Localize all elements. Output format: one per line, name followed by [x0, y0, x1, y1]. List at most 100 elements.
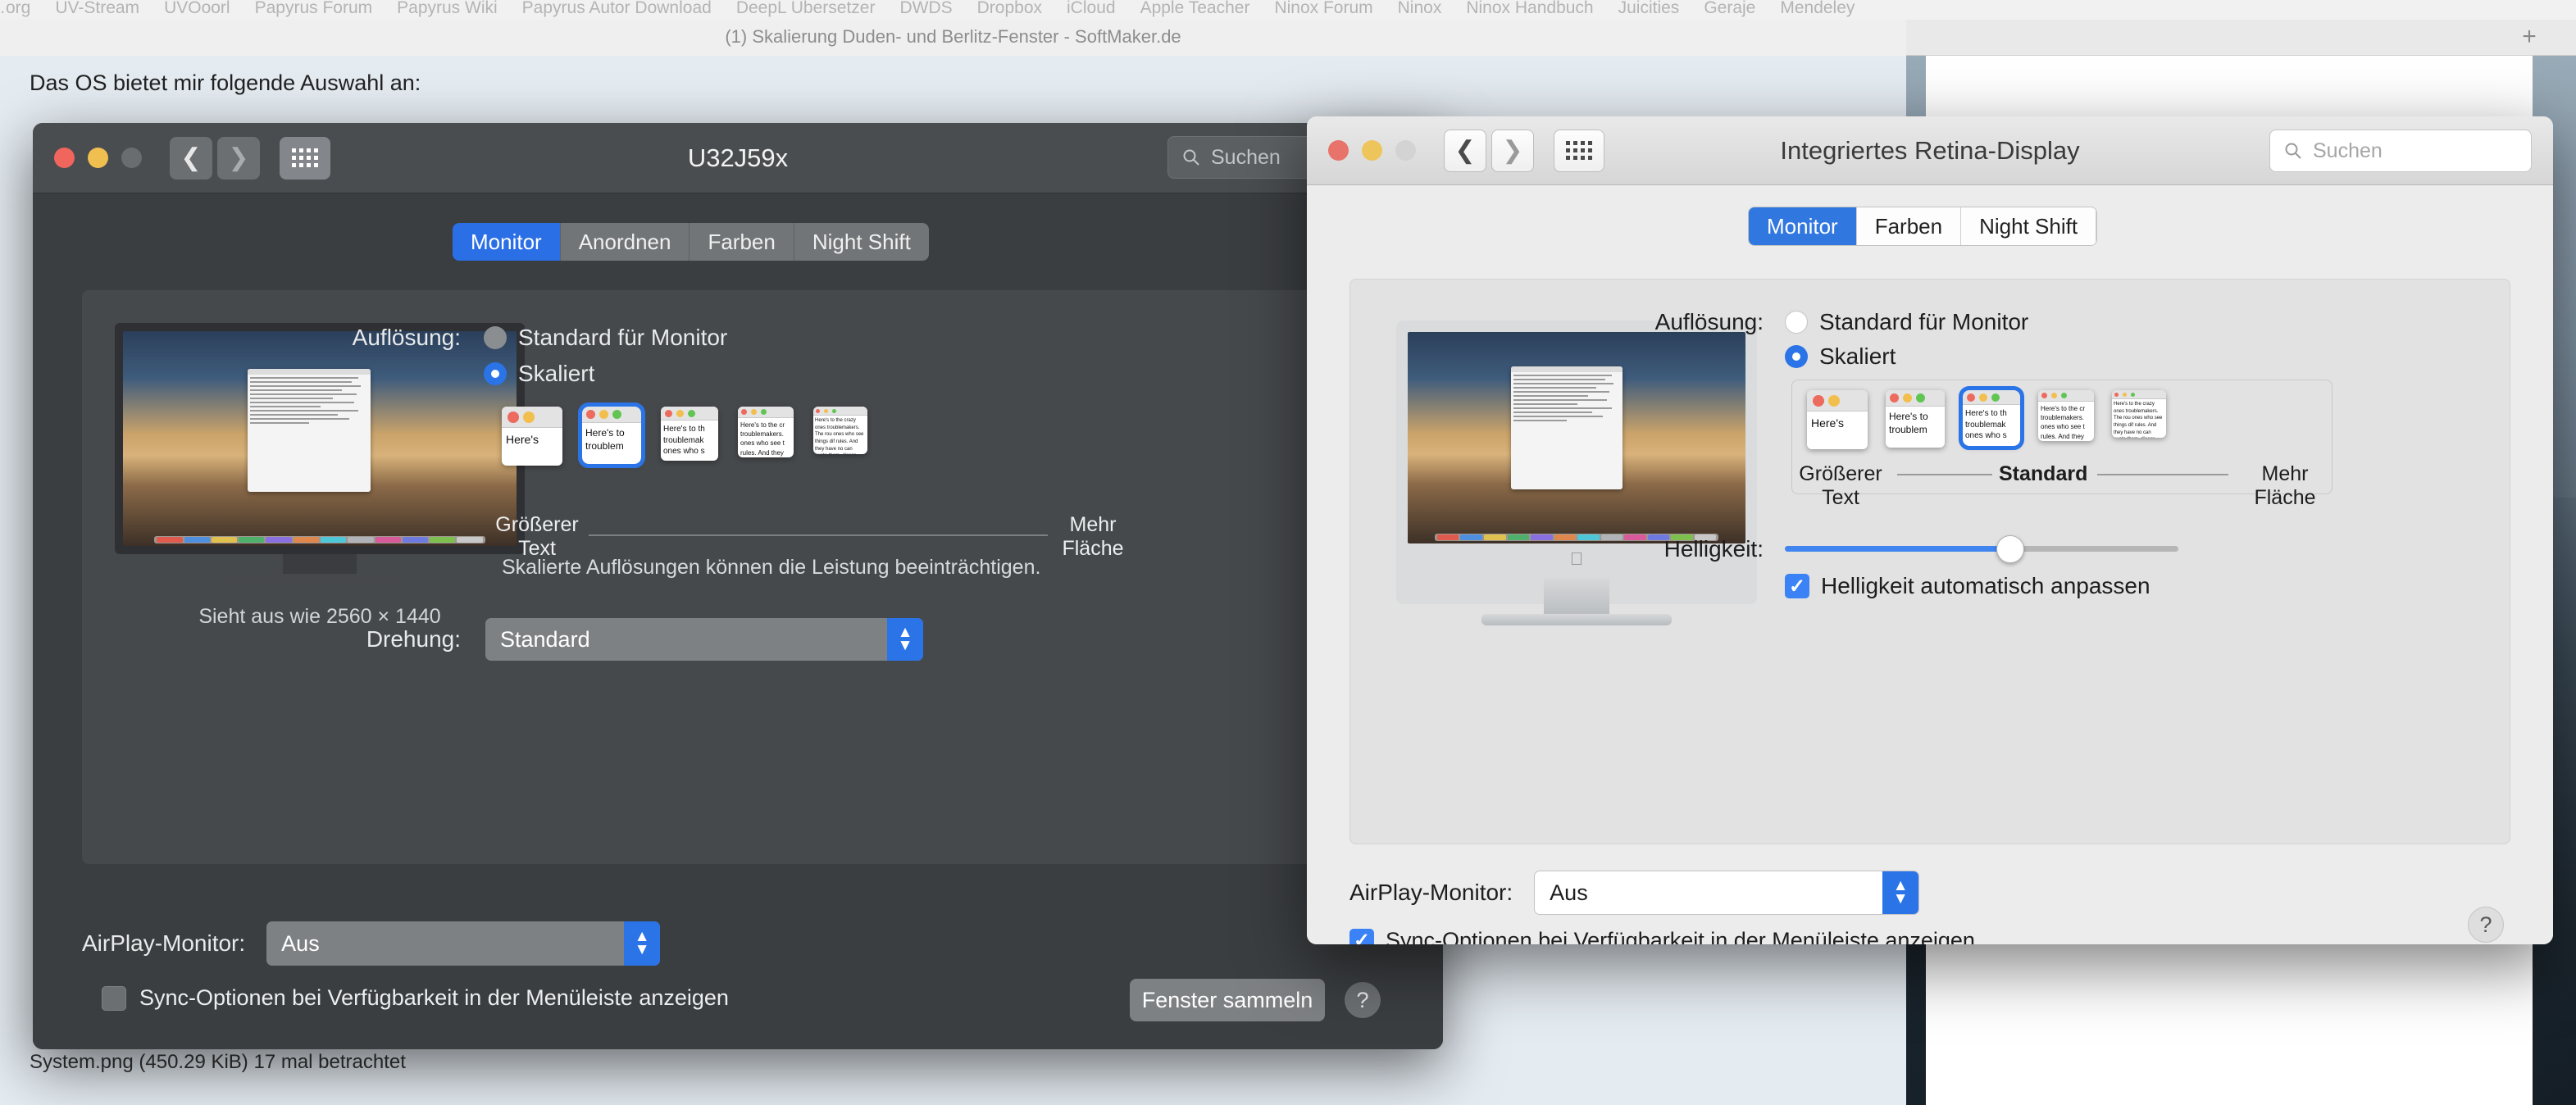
bookmark-item[interactable]: Papyrus Forum — [255, 0, 373, 18]
bookmark-item[interactable]: iCloud — [1067, 0, 1116, 18]
bookmark-item[interactable]: Juicities — [1618, 0, 1680, 18]
imac-stand-neck — [1544, 578, 1609, 617]
traffic-lights-dark[interactable] — [54, 148, 142, 168]
minimize-button-icon[interactable] — [88, 148, 108, 168]
help-button-dark[interactable]: ? — [1345, 982, 1381, 1018]
resolution-thumb-5-light[interactable]: Here's to the crazy ones troublemakers. … — [2112, 390, 2166, 438]
thumb-titlebar — [2112, 390, 2166, 399]
bookmark-item[interactable]: Ninox — [1398, 0, 1442, 18]
browser-tab[interactable]: (1) Skalierung Duden- und Berlitz-Fenste… — [0, 18, 1906, 56]
close-button-icon[interactable] — [1328, 140, 1349, 161]
tab-nightshift-dark[interactable]: Night Shift — [794, 223, 929, 261]
sync-checkbox-row-light[interactable]: ✓ Sync-Optionen bei Verfügbarkeit in der… — [1349, 928, 1975, 944]
forward-button[interactable]: ❯ — [217, 137, 260, 180]
traffic-lights-light[interactable] — [1328, 140, 1416, 161]
bookmark-bar[interactable]: …org UV-Stream UVOoorl Papyrus Forum Papyrus… — [0, 0, 2576, 20]
radio-scaled-light[interactable] — [1785, 345, 1808, 368]
scale-axis-line-dark — [589, 534, 1048, 536]
scaled-resolution-options-light[interactable]: Here's Here's to troublem Here's to th t… — [1791, 380, 2333, 494]
monitor-panel-dark: Sieht aus wie 2560 × 1440 Auflösung: Sta… — [82, 290, 1394, 864]
tab-bar-light[interactable]: Monitor Farben Night Shift — [1748, 207, 2097, 246]
tab-monitor-dark[interactable]: Monitor — [453, 223, 561, 261]
radio-default-light[interactable] — [1785, 311, 1808, 334]
slider-knob[interactable] — [1996, 535, 2024, 563]
search-box-light[interactable]: Suchen — [2269, 130, 2532, 172]
radio-default-label-dark: Standard für Monitor — [518, 325, 727, 351]
show-all-preferences-button[interactable] — [280, 137, 330, 180]
thumb-text-2-light: Here's to troublem — [1886, 407, 1945, 440]
radio-scaled-dark[interactable] — [484, 362, 507, 385]
display-preferences-window-builtin[interactable]: ❮ ❯ Integriertes Retina-Display Suchen M… — [1307, 116, 2553, 944]
bookmark-item[interactable]: Ninox Handbuch — [1466, 0, 1593, 18]
imac-screen-wallpaper — [1408, 332, 1745, 543]
display-preferences-window-external[interactable]: ❮ ❯ U32J59x Suchen Monitor Anordnen Farb… — [33, 123, 1443, 1049]
stepper-arrows-icon[interactable]: ▲▼ — [887, 618, 923, 661]
mini-doc-titlebar — [248, 369, 371, 375]
back-button[interactable]: ❮ — [170, 137, 212, 180]
bookmark-item[interactable]: UV-Stream — [55, 0, 139, 18]
rotation-popup-dark[interactable]: Standard ▲▼ — [485, 618, 923, 661]
bookmark-item[interactable]: Dropbox — [977, 0, 1042, 18]
sync-checkbox-dark[interactable] — [102, 986, 126, 1011]
screen-mini-document — [248, 369, 371, 492]
tab-farben-light[interactable]: Farben — [1857, 207, 1961, 245]
bookmark-item[interactable]: Geraje — [1704, 0, 1755, 18]
scale-left-label-dark: Größerer Text — [492, 513, 582, 561]
bookmark-item[interactable]: UVOoorl — [164, 0, 230, 18]
bookmark-item[interactable]: …org — [0, 0, 30, 18]
scaled-resolution-options-dark[interactable]: Here's Here's to troublem Here's to th t… — [502, 407, 1117, 505]
resolution-thumb-2-light[interactable]: Here's to troublem — [1886, 390, 1945, 448]
bookmark-item[interactable]: Papyrus Autor Download — [522, 0, 712, 18]
airplay-popup-dark[interactable]: Aus ▲▼ — [266, 921, 660, 966]
resolution-thumb-4-dark[interactable]: Here's to the cr troublemakers. ones who… — [738, 407, 794, 457]
bookmark-item[interactable]: DWDS — [899, 0, 952, 18]
auto-brightness-row-light[interactable]: ✓ Helligkeit automatisch anpassen — [1785, 573, 2150, 599]
close-button-icon[interactable] — [54, 148, 75, 168]
help-button-light[interactable]: ? — [2468, 907, 2504, 943]
bookmark-item[interactable]: Ninox Forum — [1274, 0, 1372, 18]
sync-checkbox-light[interactable]: ✓ — [1349, 929, 1374, 945]
brightness-slider[interactable] — [1785, 535, 2178, 563]
maximize-button-icon[interactable] — [121, 148, 142, 168]
auto-brightness-checkbox[interactable]: ✓ — [1785, 574, 1809, 598]
tab-bar-dark[interactable]: Monitor Anordnen Farben Night Shift — [453, 223, 929, 261]
sync-checkbox-row-dark[interactable]: Sync-Optionen bei Verfügbarkeit in der M… — [102, 985, 729, 1011]
stepper-arrows-icon[interactable]: ▲▼ — [624, 921, 660, 966]
resolution-thumb-1-dark[interactable]: Here's — [502, 407, 562, 466]
thumb-text-1-light: Here's — [1807, 412, 1868, 436]
tab-anordnen-dark[interactable]: Anordnen — [561, 223, 690, 261]
scale-right-label-light: Mehr Fläche — [2240, 462, 2330, 510]
new-tab-button[interactable]: + — [2515, 23, 2543, 51]
resolution-thumb-2-dark[interactable]: Here's to troublem — [582, 407, 641, 464]
tab-farben-dark[interactable]: Farben — [690, 223, 794, 261]
tab-monitor-light[interactable]: Monitor — [1749, 207, 1857, 245]
monitor-bezel — [115, 323, 525, 554]
thumbs-row-light[interactable]: Here's Here's to troublem Here's to th t… — [1807, 390, 2166, 449]
stepper-arrows-icon[interactable]: ▲▼ — [1882, 871, 1918, 914]
resolution-scaled-row-light: Skaliert — [1785, 343, 1896, 370]
resolution-thumb-3-dark[interactable]: Here's to th troublemak ones who s — [661, 407, 718, 461]
bookmark-item[interactable]: Papyrus Wiki — [397, 0, 498, 18]
thumb-titlebar — [813, 407, 867, 416]
resolution-thumb-5-dark[interactable]: Here's to the crazy ones troublemakers. … — [813, 407, 867, 454]
resolution-thumb-1-light[interactable]: Here's — [1807, 390, 1868, 449]
resolution-thumb-3-light[interactable]: Here's to th troublemak ones who s — [1963, 390, 2020, 446]
resolution-thumb-4-light[interactable]: Here's to the cr troublemakers. ones who… — [2038, 390, 2094, 441]
tab-nightshift-light[interactable]: Night Shift — [1961, 207, 2096, 245]
back-button[interactable]: ❮ — [1444, 130, 1486, 172]
airplay-popup-light[interactable]: Aus ▲▼ — [1534, 871, 1919, 915]
window-titlebar-light[interactable]: ❮ ❯ Integriertes Retina-Display Suchen — [1307, 116, 2553, 185]
show-all-preferences-button[interactable] — [1554, 130, 1604, 172]
bookmark-item[interactable]: Apple Teacher — [1140, 0, 1250, 18]
forward-button[interactable]: ❯ — [1491, 130, 1534, 172]
window-titlebar-dark[interactable]: ❮ ❯ U32J59x Suchen — [33, 123, 1443, 193]
auto-brightness-label: Helligkeit automatisch anpassen — [1821, 573, 2150, 599]
radio-default-dark[interactable] — [484, 326, 507, 349]
search-icon — [2283, 141, 2303, 161]
brightness-row-light: Helligkeit: — [1629, 535, 2178, 563]
bookmark-item[interactable]: DeepL Übersetzer — [736, 0, 876, 18]
minimize-button-icon[interactable] — [1362, 140, 1382, 161]
gather-windows-button[interactable]: Fenster sammeln — [1130, 979, 1325, 1021]
maximize-button-icon[interactable] — [1395, 140, 1416, 161]
bookmark-item[interactable]: Mendeley — [1780, 0, 1855, 18]
